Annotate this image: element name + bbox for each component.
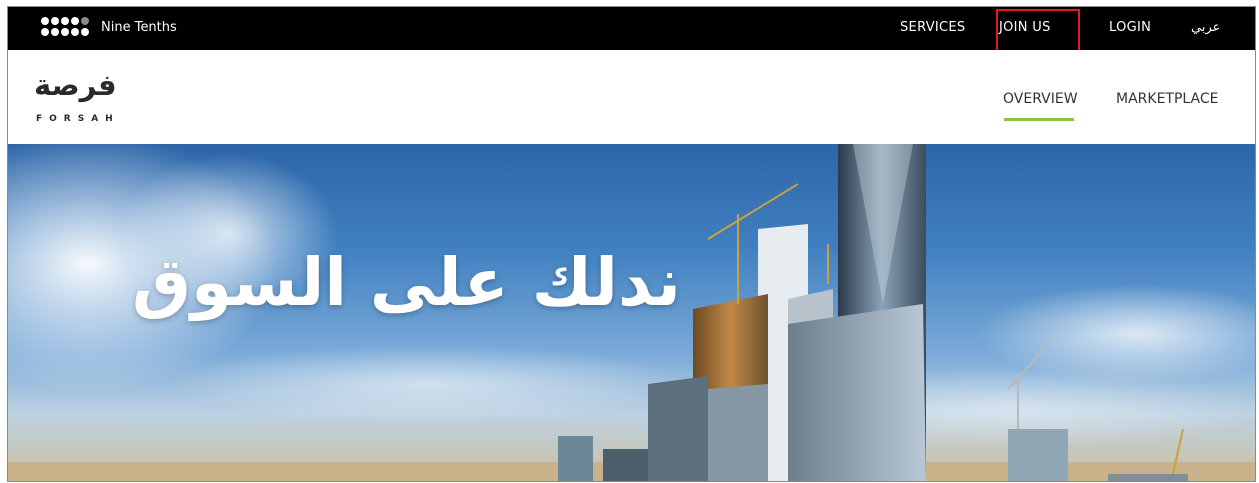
forsah-logo-arabic[interactable]: فرصة xyxy=(34,68,117,102)
browser-viewport: Nine Tenths SERVICES JOIN US LOGIN عربي … xyxy=(7,6,1256,482)
nine-tenths-logo-icon[interactable] xyxy=(40,16,95,40)
nav-arabic-language-link[interactable]: عربي xyxy=(1191,20,1220,35)
hero-banner: ندلك على السوق xyxy=(8,144,1255,481)
hero-title: ندلك على السوق xyxy=(132,244,681,321)
nav-join-us-link[interactable]: JOIN US xyxy=(999,20,1051,35)
nav-services-link[interactable]: SERVICES xyxy=(900,20,965,35)
nav-login-link[interactable]: LOGIN xyxy=(1109,20,1151,35)
top-bar: Nine Tenths SERVICES JOIN US LOGIN عربي xyxy=(8,7,1255,50)
site-header: فرصة FORSAH OVERVIEW MARKETPLACE xyxy=(8,50,1255,144)
active-tab-indicator xyxy=(1004,118,1074,121)
tab-marketplace[interactable]: MARKETPLACE xyxy=(1116,91,1218,107)
brand-name[interactable]: Nine Tenths xyxy=(101,20,177,35)
tab-overview[interactable]: OVERVIEW xyxy=(1003,91,1078,107)
forsah-logo-latin[interactable]: FORSAH xyxy=(36,114,120,124)
